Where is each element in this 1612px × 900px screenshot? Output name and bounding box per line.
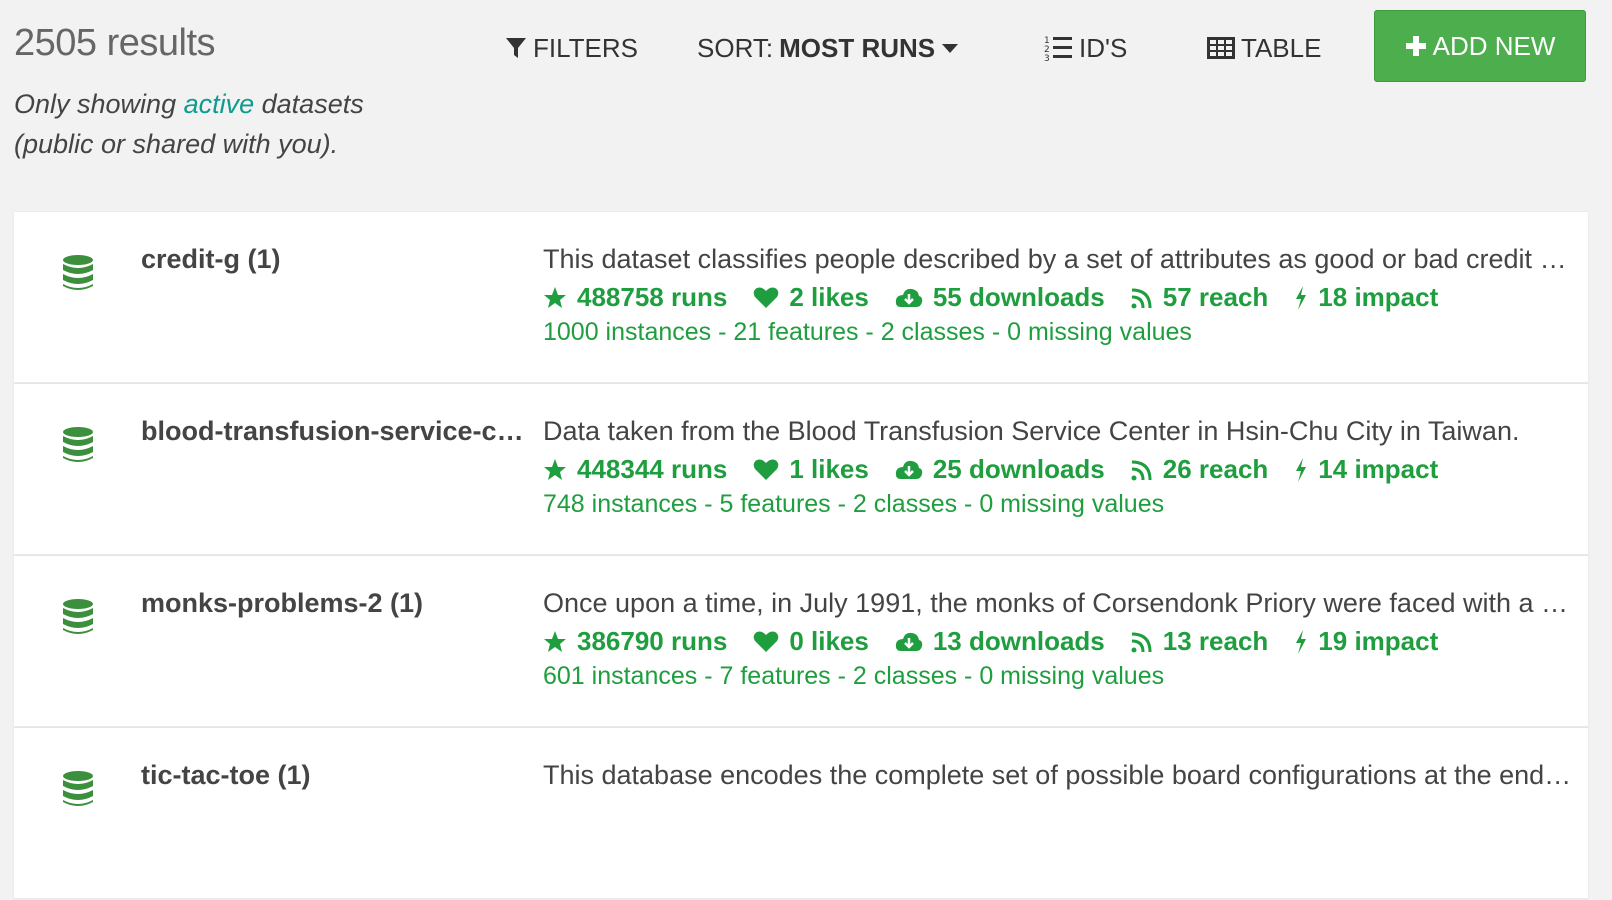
- results-count: 2505 results: [14, 22, 216, 64]
- likes-value: 2 likes: [789, 282, 869, 312]
- dataset-description: Data taken from the Blood Transfusion Se…: [543, 416, 1520, 446]
- reach-stat: 26 reach: [1131, 454, 1269, 485]
- dataset-description: Once upon a time, in July 1991, the monk…: [543, 588, 1573, 618]
- likes-stat: 2 likes: [753, 282, 869, 313]
- database-icon: [63, 599, 93, 634]
- database-icon: [63, 255, 93, 290]
- dataset-card[interactable]: tic-tac-toe (1) This database encodes th…: [14, 728, 1588, 900]
- cloud-download-icon: [895, 288, 923, 307]
- reach-value: 57 reach: [1162, 282, 1269, 312]
- runs-value: 386790 runs: [577, 626, 728, 656]
- cloud-download-icon: [895, 460, 923, 479]
- note-prefix: Only showing: [14, 89, 184, 119]
- table-icon: [1207, 37, 1235, 59]
- runs-stat: 386790 runs: [543, 626, 727, 657]
- reach-stat: 13 reach: [1131, 626, 1269, 657]
- dataset-card[interactable]: blood-transfusion-service-center (1) Dat…: [14, 384, 1588, 556]
- star-icon: [544, 458, 566, 480]
- svg-text:3: 3: [1044, 54, 1050, 62]
- cloud-download-icon: [895, 632, 923, 651]
- dataset-name[interactable]: credit-g (1): [141, 244, 531, 275]
- dataset-name[interactable]: blood-transfusion-service-center (1): [141, 416, 531, 447]
- sort-value: MOST RUNS: [779, 32, 936, 63]
- table-label: TABLE: [1241, 32, 1322, 63]
- plus-icon: [1405, 36, 1426, 56]
- likes-stat: 1 likes: [753, 454, 869, 485]
- dataset-meta: 748 instances - 5 features - 2 classes -…: [543, 490, 1165, 518]
- dataset-name[interactable]: monks-problems-2 (1): [141, 588, 531, 619]
- dataset-card[interactable]: credit-g (1) This dataset classifies peo…: [14, 212, 1588, 384]
- dataset-description: This database encodes the complete set o…: [543, 760, 1573, 790]
- reach-stat: 57 reach: [1131, 282, 1269, 313]
- impact-stat: 14 impact: [1294, 454, 1438, 485]
- impact-stat: 18 impact: [1294, 282, 1438, 313]
- reach-value: 26 reach: [1162, 454, 1269, 484]
- reach-value: 13 reach: [1162, 626, 1269, 656]
- dataset-card[interactable]: monks-problems-2 (1) Once upon a time, i…: [14, 556, 1588, 728]
- heart-icon: [754, 630, 779, 652]
- ids-button[interactable]: 1 2 3 ID'S: [1043, 28, 1127, 68]
- rss-icon: [1131, 288, 1152, 308]
- downloads-value: 25 downloads: [932, 454, 1105, 484]
- downloads-stat: 13 downloads: [895, 626, 1105, 657]
- downloads-value: 13 downloads: [932, 626, 1105, 656]
- results-header: 2505 results Only showing active dataset…: [0, 0, 1612, 212]
- results-note: Only showing active datasets (public or …: [14, 84, 434, 164]
- star-icon: [544, 630, 566, 652]
- runs-stat: 448344 runs: [543, 454, 727, 485]
- add-new-button[interactable]: ADD NEW: [1374, 10, 1586, 82]
- impact-value: 18 impact: [1318, 282, 1439, 312]
- active-link[interactable]: active: [184, 89, 255, 119]
- runs-value: 488758 runs: [577, 282, 728, 312]
- sort-dropdown[interactable]: SORT: MOST RUNS: [697, 28, 959, 68]
- filters-button[interactable]: FILTERS: [505, 28, 638, 68]
- filters-label: FILTERS: [533, 32, 638, 63]
- impact-stat: 19 impact: [1294, 626, 1438, 657]
- dataset-stats: 488758 runs 2 likes 55 downloads 57 reac…: [543, 282, 1464, 313]
- heart-icon: [754, 286, 779, 308]
- bolt-icon: [1296, 629, 1307, 654]
- runs-value: 448344 runs: [577, 454, 728, 484]
- dataset-description: This dataset classifies people described…: [543, 244, 1573, 274]
- star-icon: [544, 286, 566, 308]
- rss-icon: [1131, 632, 1152, 652]
- downloads-stat: 25 downloads: [895, 454, 1105, 485]
- dataset-meta: 1000 instances - 21 features - 2 classes…: [543, 318, 1192, 346]
- ids-label: ID'S: [1079, 32, 1128, 63]
- heart-icon: [754, 458, 779, 480]
- downloads-value: 55 downloads: [932, 282, 1105, 312]
- dataset-name[interactable]: tic-tac-toe (1): [141, 760, 531, 791]
- bolt-icon: [1296, 457, 1307, 482]
- sort-prefix: SORT:: [697, 32, 774, 63]
- impact-value: 19 impact: [1318, 626, 1439, 656]
- add-new-label: ADD NEW: [1432, 30, 1556, 61]
- filter-icon: [506, 38, 526, 58]
- database-icon: [63, 427, 93, 462]
- likes-value: 1 likes: [789, 454, 869, 484]
- note-line2: (public or shared with you).: [14, 129, 339, 159]
- likes-stat: 0 likes: [753, 626, 869, 657]
- database-icon: [63, 771, 93, 806]
- likes-value: 0 likes: [789, 626, 869, 656]
- downloads-stat: 55 downloads: [895, 282, 1105, 313]
- bolt-icon: [1296, 285, 1307, 310]
- dataset-meta: 601 instances - 7 features - 2 classes -…: [543, 662, 1165, 690]
- list-ol-icon: 1 2 3: [1044, 36, 1072, 62]
- runs-stat: 488758 runs: [543, 282, 727, 313]
- table-button[interactable]: TABLE: [1207, 28, 1321, 68]
- dataset-stats: 448344 runs 1 likes 25 downloads 26 reac…: [543, 454, 1464, 485]
- note-suffix: datasets: [254, 89, 364, 119]
- dataset-stats: 386790 runs 0 likes 13 downloads 13 reac…: [543, 626, 1464, 657]
- rss-icon: [1131, 460, 1152, 480]
- impact-value: 14 impact: [1318, 454, 1439, 484]
- dataset-list: credit-g (1) This dataset classifies peo…: [14, 212, 1588, 900]
- caret-down-icon: [942, 44, 959, 53]
